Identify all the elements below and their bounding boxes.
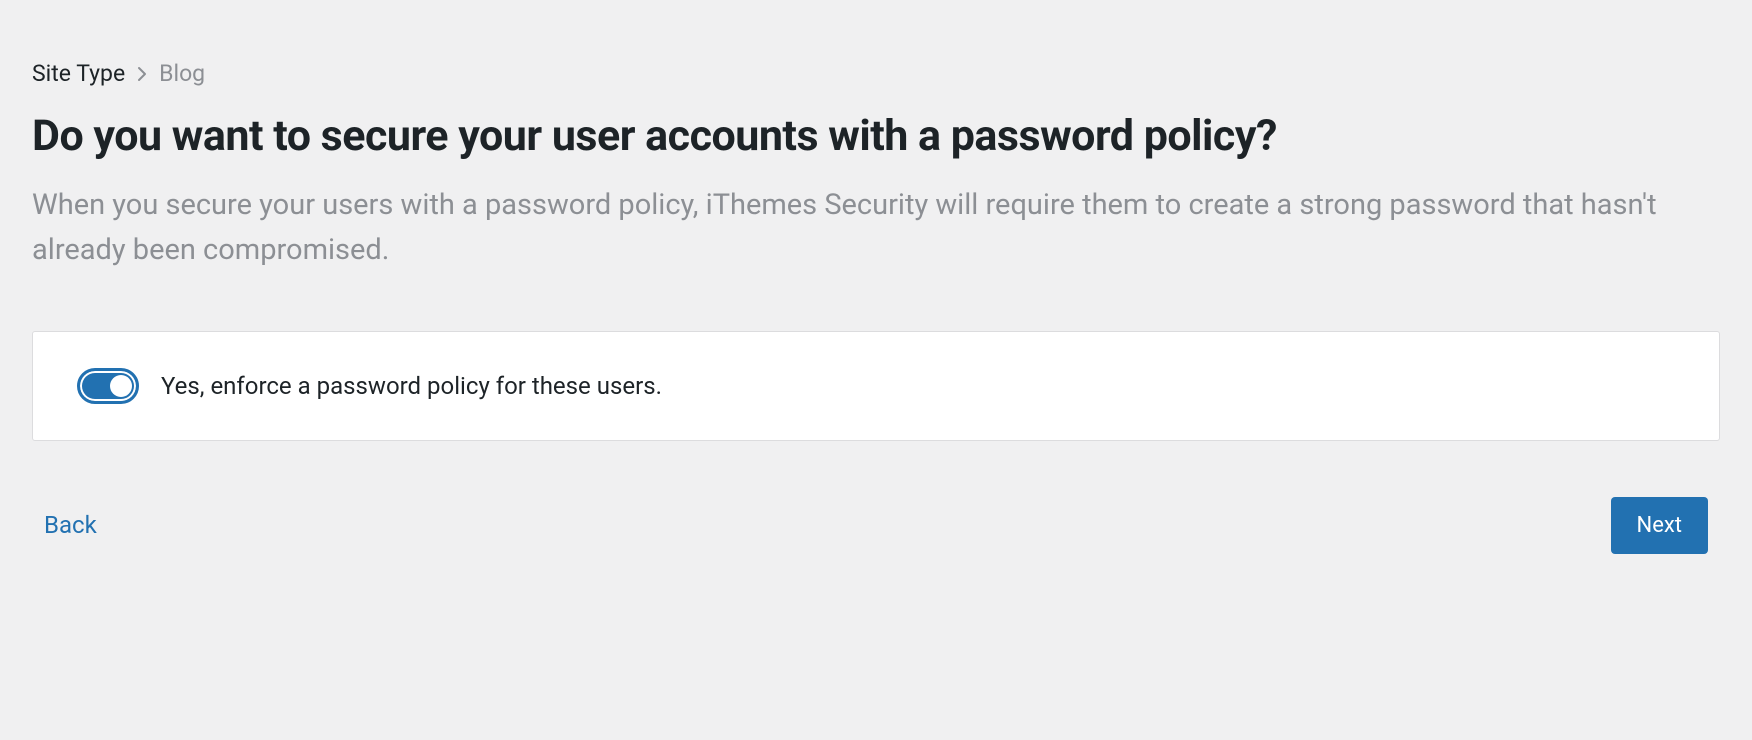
next-button[interactable]: Next xyxy=(1611,497,1708,554)
password-policy-option-card: Yes, enforce a password policy for these… xyxy=(32,331,1720,441)
toggle-knob xyxy=(110,375,132,397)
toggle-label: Yes, enforce a password policy for these… xyxy=(161,372,662,400)
page-subtitle: When you secure your users with a passwo… xyxy=(32,183,1720,273)
nav-footer: Back Next xyxy=(32,497,1720,554)
back-button[interactable]: Back xyxy=(44,503,97,547)
enforce-password-policy-toggle[interactable] xyxy=(77,368,139,404)
breadcrumb: Site Type Blog xyxy=(32,60,1720,87)
breadcrumb-current: Blog xyxy=(159,60,205,87)
breadcrumb-parent[interactable]: Site Type xyxy=(32,60,125,87)
page-title: Do you want to secure your user accounts… xyxy=(32,111,1720,161)
chevron-right-icon xyxy=(137,66,147,82)
